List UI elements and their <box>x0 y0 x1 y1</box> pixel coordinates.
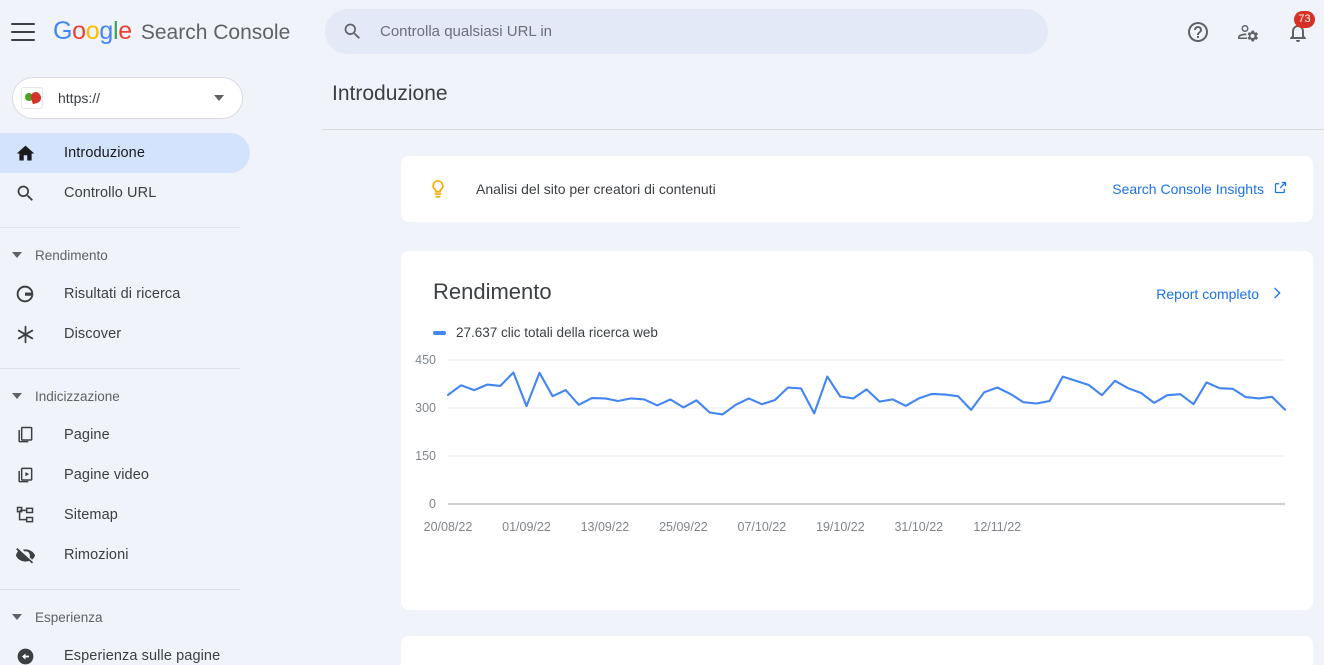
svg-text:150: 150 <box>415 449 436 463</box>
search-input[interactable] <box>380 11 1020 52</box>
svg-text:07/10/22: 07/10/22 <box>738 520 787 534</box>
sitemap-icon <box>13 503 37 527</box>
page-title: Introduzione <box>332 82 448 105</box>
sidebar: https:// Introduzione Controllo URL Rend… <box>0 63 264 665</box>
pages-icon <box>13 423 37 447</box>
clicks-line-chart[interactable]: 0 150 300 450 20/08/22 01/09/22 13/09/22 25/09/… <box>401 352 1301 552</box>
eye-off-icon <box>13 543 37 567</box>
svg-text:20/08/22: 20/08/22 <box>424 520 473 534</box>
sidebar-section-esperienza[interactable]: Esperienza <box>0 598 264 636</box>
discover-asterisk-icon <box>13 322 37 346</box>
chevron-right-icon <box>1269 285 1285 304</box>
main-content: Introduzione Analisi del sito per creato… <box>264 63 1324 665</box>
open-in-new-icon <box>1273 180 1288 198</box>
full-report-link[interactable]: Report completo <box>1156 285 1285 304</box>
sidebar-item-rimozioni[interactable]: Rimozioni <box>0 535 250 575</box>
sidebar-item-label: Introduzione <box>64 145 146 161</box>
sidebar-divider <box>0 227 240 228</box>
sidebar-item-pagine[interactable]: Pagine <box>0 415 250 455</box>
google-wordmark: Google <box>53 17 132 45</box>
notifications-bell-icon[interactable]: 73 <box>1286 10 1315 44</box>
chevron-down-icon <box>12 614 22 620</box>
primary-nav: Introduzione Controllo URL <box>0 133 264 213</box>
app-header: Google Search Console 73 <box>0 0 1324 63</box>
insights-link-label: Search Console Insights <box>1112 181 1264 197</box>
sidebar-section-rendimento[interactable]: Rendimento <box>0 236 264 274</box>
search-console-insights-link[interactable]: Search Console Insights <box>1112 180 1288 198</box>
lightbulb-icon <box>427 178 449 200</box>
property-selector[interactable]: https:// <box>12 77 243 119</box>
section-title: Rendimento <box>35 247 108 263</box>
full-report-label: Report completo <box>1156 286 1259 302</box>
svg-text:25/09/22: 25/09/22 <box>659 520 708 534</box>
sidebar-item-sitemap[interactable]: Sitemap <box>0 495 250 535</box>
search-icon <box>342 21 363 42</box>
sidebar-item-controllo-url[interactable]: Controllo URL <box>0 173 250 213</box>
menu-icon[interactable] <box>11 22 35 41</box>
video-pages-icon <box>13 463 37 487</box>
insights-description: Analisi del sito per creatori di contenu… <box>476 181 716 197</box>
sidebar-divider <box>0 589 240 590</box>
sidebar-item-risultati-di-ricerca[interactable]: Risultati di ricerca <box>0 274 250 314</box>
property-url: https:// <box>58 90 101 106</box>
section-title: Esperienza <box>35 609 103 625</box>
url-inspection-search-bar[interactable] <box>325 9 1048 54</box>
performance-card-header: Rendimento Report completo <box>401 251 1313 305</box>
sidebar-divider <box>0 368 240 369</box>
legend-label: 27.637 clic totali della ricerca web <box>456 325 658 340</box>
chevron-down-icon <box>214 95 224 101</box>
sidebar-item-introduzione[interactable]: Introduzione <box>0 133 250 173</box>
sidebar-item-label: Esperienza sulle pagine <box>64 648 221 664</box>
header-actions: 73 <box>1186 0 1315 63</box>
svg-text:12/11/22: 12/11/22 <box>973 520 1021 534</box>
chevron-down-icon <box>12 393 22 399</box>
search-icon <box>13 181 37 205</box>
insights-card: Analisi del sito per creatori di contenu… <box>401 156 1313 222</box>
svg-text:300: 300 <box>415 401 436 415</box>
performance-card: Rendimento Report completo 27.637 clic t… <box>401 251 1313 610</box>
brand-logo: Google Search Console <box>53 17 290 46</box>
sidebar-item-label: Pagine video <box>64 467 150 483</box>
svg-text:13/09/22: 13/09/22 <box>581 520 630 534</box>
section-title: Indicizzazione <box>35 388 120 404</box>
svg-text:19/10/22: 19/10/22 <box>816 520 865 534</box>
next-card-partial <box>401 636 1313 665</box>
sidebar-item-label: Sitemap <box>64 507 118 523</box>
sidebar-item-label: Discover <box>64 326 122 342</box>
sidebar-item-label: Risultati di ricerca <box>64 286 181 302</box>
sidebar-item-esperienza-sulle-pagine[interactable]: Esperienza sulle pagine <box>0 636 250 665</box>
help-icon[interactable] <box>1186 20 1210 44</box>
performance-title: Rendimento <box>433 279 552 304</box>
svg-text:31/10/22: 31/10/22 <box>894 520 943 534</box>
title-divider <box>322 129 1324 130</box>
performance-chart[interactable]: 0 150 300 450 20/08/22 01/09/22 13/09/22 25/09/… <box>401 352 1313 557</box>
svg-text:450: 450 <box>415 353 436 367</box>
sidebar-item-label: Controllo URL <box>64 185 157 201</box>
legend-color-swatch <box>433 330 446 335</box>
sidebar-item-discover[interactable]: Discover <box>0 314 250 354</box>
notifications-badge: 73 <box>1294 10 1315 28</box>
sidebar-section-indicizzazione[interactable]: Indicizzazione <box>0 377 264 415</box>
product-name: Search Console <box>140 21 291 44</box>
page-experience-icon <box>13 644 37 665</box>
sidebar-item-pagine-video[interactable]: Pagine video <box>0 455 250 495</box>
svg-text:0: 0 <box>429 497 436 511</box>
sidebar-item-label: Pagine <box>64 427 110 443</box>
account-settings-icon[interactable] <box>1236 20 1260 44</box>
home-icon <box>13 141 37 165</box>
chart-legend[interactable]: 27.637 clic totali della ricerca web <box>433 325 1313 340</box>
site-favicon <box>21 87 43 109</box>
chevron-down-icon <box>12 252 22 258</box>
svg-text:01/09/22: 01/09/22 <box>502 520 551 534</box>
sidebar-item-label: Rimozioni <box>64 547 129 563</box>
google-g-icon <box>13 282 37 306</box>
